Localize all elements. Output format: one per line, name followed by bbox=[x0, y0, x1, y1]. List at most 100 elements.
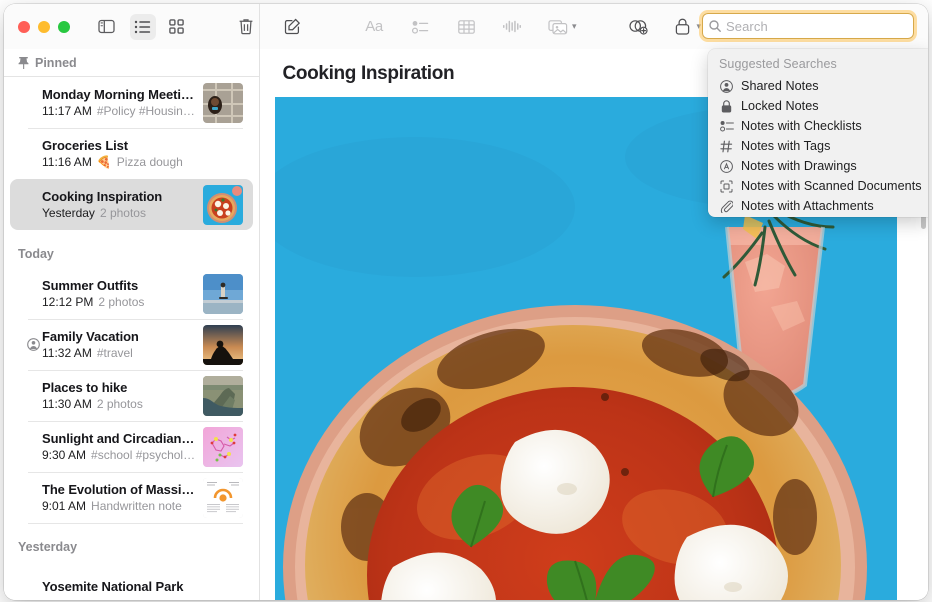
note-snippet: #Policy #Housing… bbox=[97, 104, 196, 118]
note-title: Yosemite National Park bbox=[42, 579, 243, 594]
toolbar-right: Aa bbox=[260, 4, 928, 49]
suggestion-notes-with-scanned-documents[interactable]: Notes with Scanned Documents bbox=[708, 176, 928, 196]
window-controls bbox=[18, 21, 70, 33]
note-time: 11:16 AM bbox=[42, 155, 92, 169]
search-placeholder: Search bbox=[726, 19, 768, 34]
lock-chevron-down-icon[interactable]: ▾ bbox=[697, 21, 702, 32]
checklist-icon bbox=[719, 119, 734, 134]
collaborate-icon[interactable] bbox=[624, 14, 654, 40]
notes-window: Aa bbox=[4, 4, 928, 600]
aa-format-icon[interactable]: Aa bbox=[359, 14, 389, 40]
search-input[interactable]: Search bbox=[702, 13, 914, 39]
media-chevron-down-icon[interactable]: ▾ bbox=[572, 21, 577, 32]
note-thumbnail bbox=[203, 376, 243, 416]
note-text: Summer Outfits 12:12 PM 2 photos bbox=[24, 278, 196, 309]
note-row-family-vacation[interactable]: Family Vacation 11:32 AM #travel bbox=[10, 319, 253, 370]
suggestion-notes-with-drawings[interactable]: Notes with Drawings bbox=[708, 156, 928, 176]
note-snippet: 2 photos bbox=[97, 397, 143, 411]
list-view-icon[interactable] bbox=[130, 14, 156, 40]
suggested-searches-dropdown[interactable]: Suggested Searches Shared Notes Locked N… bbox=[708, 49, 928, 217]
suggestion-notes-with-checklists[interactable]: Notes with Checklists bbox=[708, 116, 928, 136]
search-icon bbox=[709, 20, 721, 32]
note-title: Family Vacation bbox=[42, 329, 196, 344]
note-row-groceries-list[interactable]: Groceries List 11:16 AM 🍕 Pizza dough bbox=[10, 128, 253, 179]
search-field-wrapper: Search bbox=[702, 13, 914, 39]
suggestion-notes-with-tags[interactable]: Notes with Tags bbox=[708, 136, 928, 156]
note-row-yosemite-national-park[interactable]: Yosemite National Park bbox=[10, 561, 253, 600]
note-title: Summer Outfits bbox=[42, 278, 196, 293]
compose-icon[interactable] bbox=[277, 14, 307, 40]
note-subtitle: 11:30 AM 2 photos bbox=[42, 397, 196, 411]
note-subtitle: Yesterday 2 photos bbox=[42, 206, 196, 220]
note-text: Yosemite National Park bbox=[24, 579, 243, 594]
scan-document-icon bbox=[719, 179, 734, 194]
note-subtitle: 9:30 AM #school #psychol… bbox=[42, 448, 196, 462]
hash-icon bbox=[719, 139, 734, 154]
suggestion-label: Notes with Checklists bbox=[741, 119, 862, 133]
suggestion-label: Notes with Drawings bbox=[741, 159, 857, 173]
group-label: Yesterday bbox=[18, 540, 77, 554]
suggestion-label: Notes with Tags bbox=[741, 139, 830, 153]
suggestion-shared-notes[interactable]: Shared Notes bbox=[708, 76, 928, 96]
lock-filled-icon bbox=[719, 99, 734, 114]
note-title: Groceries List bbox=[42, 138, 243, 153]
close-button[interactable] bbox=[18, 21, 30, 33]
gallery-view-icon[interactable] bbox=[164, 14, 190, 40]
note-row-sunlight-and-circadian[interactable]: Sunlight and Circadian… 9:30 AM #school … bbox=[10, 421, 253, 472]
toolbar: Aa bbox=[4, 4, 928, 49]
note-text: The Evolution of Massi… 9:01 AM Handwrit… bbox=[24, 482, 196, 513]
person-circle-icon bbox=[719, 79, 734, 94]
note-emoji: 🍕 bbox=[97, 155, 112, 169]
note-snippet: #school #psychol… bbox=[91, 448, 195, 462]
checklist-icon[interactable] bbox=[405, 14, 435, 40]
note-time: Yesterday bbox=[42, 206, 95, 220]
note-row-places-to-hike[interactable]: Places to hike 11:30 AM 2 photos bbox=[10, 370, 253, 421]
note-time: 9:30 AM bbox=[42, 448, 86, 462]
row-divider bbox=[28, 523, 243, 524]
note-row-cooking-inspiration[interactable]: Cooking Inspiration Yesterday 2 photos bbox=[10, 179, 253, 230]
note-time: 9:01 AM bbox=[42, 499, 86, 513]
suggestion-label: Notes with Scanned Documents bbox=[741, 179, 922, 193]
note-time: 11:32 AM bbox=[42, 346, 92, 360]
sidebar-toggle-icon[interactable] bbox=[94, 14, 120, 40]
suggestion-locked-notes[interactable]: Locked Notes bbox=[708, 96, 928, 116]
note-snippet: 2 photos bbox=[100, 206, 146, 220]
note-snippet: Pizza dough bbox=[117, 155, 183, 169]
suggestion-label: Shared Notes bbox=[741, 79, 819, 93]
note-subtitle: 11:16 AM 🍕 Pizza dough bbox=[42, 155, 243, 169]
suggestion-label: Locked Notes bbox=[741, 99, 819, 113]
note-time: 11:30 AM bbox=[42, 397, 92, 411]
note-row-summer-outfits[interactable]: Summer Outfits 12:12 PM 2 photos bbox=[10, 268, 253, 319]
table-icon[interactable] bbox=[451, 14, 481, 40]
zoom-button[interactable] bbox=[58, 21, 70, 33]
note-snippet: #travel bbox=[97, 346, 133, 360]
trash-icon[interactable] bbox=[233, 14, 259, 40]
note-row-monday-morning-meeting[interactable]: Monday Morning Meeting 11:17 AM #Policy … bbox=[10, 77, 253, 128]
note-text: Family Vacation 11:32 AM #travel bbox=[42, 329, 196, 360]
minimize-button[interactable] bbox=[38, 21, 50, 33]
suggested-searches-header: Suggested Searches bbox=[708, 56, 928, 76]
lock-icon[interactable] bbox=[668, 14, 698, 40]
note-text: Groceries List 11:16 AM 🍕 Pizza dough bbox=[24, 138, 243, 169]
suggestion-label: Notes with Attachments bbox=[741, 199, 874, 213]
suggestion-notes-with-attachments[interactable]: Notes with Attachments bbox=[708, 196, 928, 216]
paperclip-icon bbox=[719, 199, 734, 214]
notes-list-sidebar[interactable]: Pinned Monday Morning Meeting 11:17 AM #… bbox=[4, 49, 260, 600]
toolbar-left bbox=[4, 4, 260, 49]
note-thumbnail bbox=[203, 185, 243, 225]
note-thumbnail bbox=[203, 274, 243, 314]
note-thumbnail bbox=[203, 83, 243, 123]
group-label: Pinned bbox=[35, 56, 77, 70]
note-title: Cooking Inspiration bbox=[42, 189, 196, 204]
note-thumbnail bbox=[203, 427, 243, 467]
note-time: 11:17 AM bbox=[42, 104, 92, 118]
note-thumbnail bbox=[203, 325, 243, 365]
note-text: Sunlight and Circadian… 9:30 AM #school … bbox=[24, 431, 196, 462]
note-time: 12:12 PM bbox=[42, 295, 93, 309]
audio-waveform-icon[interactable] bbox=[497, 14, 527, 40]
note-row-the-evolution-of-massive[interactable]: The Evolution of Massi… 9:01 AM Handwrit… bbox=[10, 472, 253, 523]
shared-note-person-icon bbox=[24, 336, 42, 354]
pin-icon bbox=[18, 57, 29, 69]
media-icon[interactable] bbox=[543, 14, 573, 40]
note-subtitle: 11:32 AM #travel bbox=[42, 346, 196, 360]
